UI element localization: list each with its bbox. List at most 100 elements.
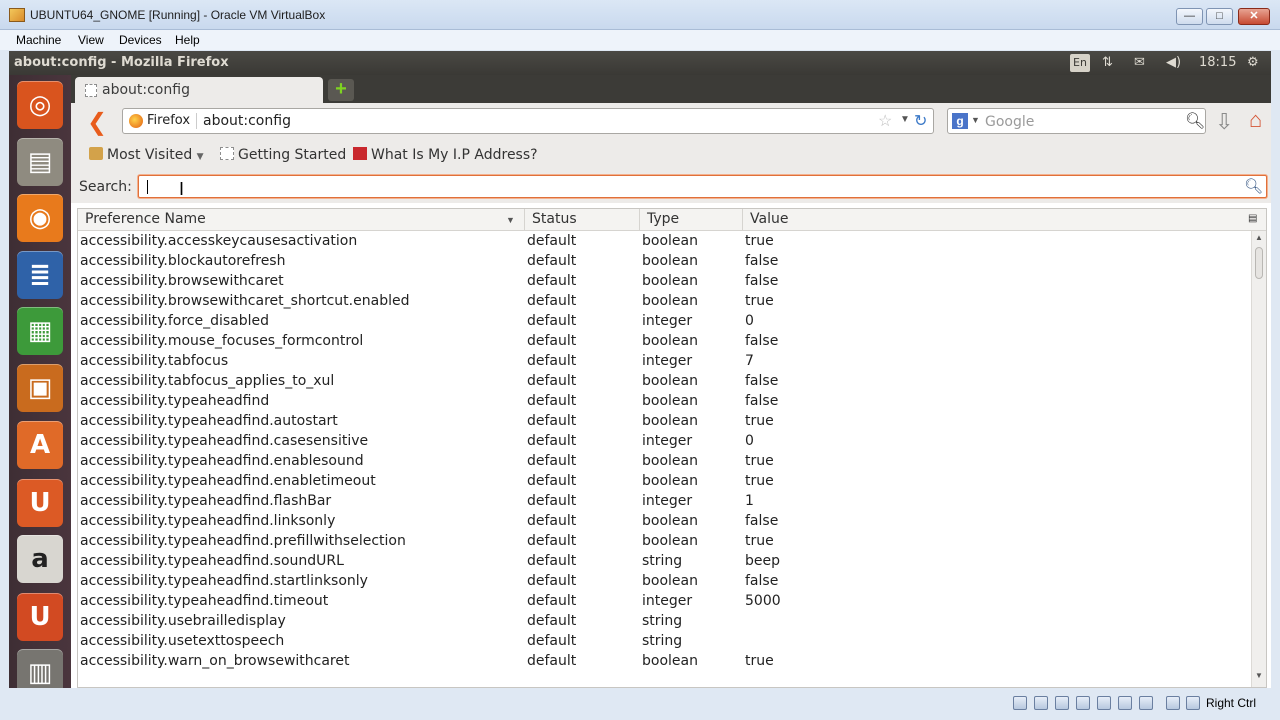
table-row[interactable]: accessibility.mouse_focuses_formcontrol d…: [78, 331, 1250, 351]
table-row[interactable]: accessibility.usebrailledisplay default st…: [78, 611, 1250, 631]
site-icon: [353, 147, 367, 160]
table-row[interactable]: accessibility.typeaheadfind.linksonly def…: [78, 511, 1250, 531]
maximize-button[interactable]: □: [1206, 8, 1233, 25]
pref-name-cell: accessibility.typeaheadfind.enablesound: [80, 453, 364, 469]
clock[interactable]: 18:15: [1199, 55, 1236, 70]
shared-folders-icon[interactable]: [1097, 696, 1111, 710]
mouse-cursor-ibeam: I: [179, 179, 185, 199]
mouse-integration-icon[interactable]: [1166, 696, 1180, 710]
pref-value-cell: false: [745, 253, 779, 269]
download-arrow-icon[interactable]: ⇩: [1215, 109, 1233, 135]
engine-dropdown-icon[interactable]: ▼: [971, 115, 980, 125]
bookmark-what-is-my-ip[interactable]: What Is My I.P Address?: [353, 147, 538, 163]
amazon-icon[interactable]: a: [17, 535, 63, 583]
guest-screen: about:config - Mozilla Firefox En ⇅ ✉ ◀)…: [9, 51, 1271, 688]
search-icon[interactable]: 🔍︎: [1185, 111, 1205, 131]
menu-view[interactable]: View: [78, 33, 104, 47]
table-row[interactable]: accessibility.browsewithcaret_shortcut.e…: [78, 291, 1250, 311]
bookmark-getting-started[interactable]: Getting Started: [220, 147, 346, 163]
column-header-name[interactable]: Preference Name: [78, 209, 525, 231]
files-icon[interactable]: ▤: [17, 138, 63, 186]
bookmark-most-visited[interactable]: Most Visited ▼: [89, 147, 204, 163]
mail-icon[interactable]: ✉: [1134, 55, 1145, 70]
table-row[interactable]: accessibility.typeaheadfind.enablesound d…: [78, 451, 1250, 471]
minimize-button[interactable]: —: [1176, 8, 1203, 25]
column-header-status[interactable]: Status: [525, 209, 640, 231]
software-center-icon[interactable]: A: [17, 421, 63, 469]
search-icon[interactable]: 🔍︎: [1244, 177, 1263, 195]
table-row[interactable]: accessibility.typeaheadfind.flashBar defa…: [78, 491, 1250, 511]
impress-icon[interactable]: ▣: [17, 364, 63, 412]
workspace-switcher-icon[interactable]: ▥: [17, 649, 63, 688]
network-icon[interactable]: ⇅: [1102, 55, 1113, 70]
table-row[interactable]: accessibility.force_disabled default integ…: [78, 311, 1250, 331]
pref-name-cell: accessibility.tabfocus: [80, 353, 229, 369]
close-button[interactable]: ✕: [1238, 8, 1270, 25]
ubuntu-dash-icon[interactable]: ◎: [17, 81, 63, 129]
volume-icon[interactable]: ◀): [1166, 55, 1181, 70]
column-header-value[interactable]: Value: [743, 209, 1248, 231]
column-picker-icon[interactable]: ▤: [1248, 213, 1257, 224]
table-row[interactable]: accessibility.typeaheadfind.prefillwiths…: [78, 531, 1250, 551]
vertical-scrollbar[interactable]: ▲ ▼: [1251, 231, 1266, 687]
pref-type-cell: boolean: [642, 393, 698, 409]
ubuntu-one-music-icon[interactable]: U: [17, 593, 63, 641]
reload-icon[interactable]: ↻: [914, 111, 927, 131]
menu-machine[interactable]: Machine: [16, 33, 61, 47]
table-row[interactable]: accessibility.typeaheadfind.enabletimeou…: [78, 471, 1250, 491]
search-placeholder[interactable]: Google: [985, 114, 1034, 130]
history-dropdown-icon[interactable]: ▼: [900, 114, 910, 125]
tab-about-config[interactable]: about:config: [75, 77, 323, 103]
table-row[interactable]: accessibility.usetexttospeech default stri…: [78, 631, 1250, 651]
ubuntu-one-icon[interactable]: U: [17, 479, 63, 527]
display-icon[interactable]: [1118, 696, 1132, 710]
table-row[interactable]: accessibility.warn_on_browsewithcaret def…: [78, 651, 1250, 671]
usb-icon[interactable]: [1055, 696, 1069, 710]
pref-status-cell: default: [527, 253, 577, 269]
scrollbar-thumb[interactable]: [1255, 247, 1263, 279]
table-row[interactable]: accessibility.tabfocus default integer 7: [78, 351, 1250, 371]
pref-value-cell: true: [745, 453, 774, 469]
back-arrow-icon[interactable]: ❮: [87, 108, 107, 136]
pref-status-cell: default: [527, 333, 577, 349]
home-icon[interactable]: ⌂: [1249, 107, 1262, 133]
table-row[interactable]: accessibility.tabfocus_applies_to_xul def…: [78, 371, 1250, 391]
search-bar[interactable]: g ▼ Google 🔍︎: [947, 108, 1206, 134]
chevron-down-icon: ▼: [196, 152, 204, 162]
table-row[interactable]: accessibility.typeaheadfind.timeout defau…: [78, 591, 1250, 611]
table-row[interactable]: accessibility.blockautorefresh default boo…: [78, 251, 1250, 271]
menu-help[interactable]: Help: [175, 33, 200, 47]
table-row[interactable]: accessibility.typeaheadfind.soundURL defa…: [78, 551, 1250, 571]
config-search-input[interactable]: 🔍︎: [138, 175, 1267, 198]
scroll-down-icon[interactable]: ▼: [1255, 671, 1263, 680]
optical-drive-icon[interactable]: [1034, 696, 1048, 710]
video-capture-icon[interactable]: [1139, 696, 1153, 710]
url-text[interactable]: about:config: [203, 113, 291, 129]
pref-type-cell: boolean: [642, 453, 698, 469]
gear-icon[interactable]: ⚙: [1247, 55, 1259, 70]
harddisk-icon[interactable]: [1013, 696, 1027, 710]
keyboard-capture-icon[interactable]: [1186, 696, 1200, 710]
calc-icon-glyph: ▦: [27, 316, 53, 346]
google-engine-icon[interactable]: g: [952, 113, 968, 129]
site-identity[interactable]: Firefox: [129, 113, 198, 129]
writer-icon[interactable]: ≣: [17, 251, 63, 299]
calc-icon[interactable]: ▦: [17, 307, 63, 355]
pref-status-cell: default: [527, 353, 577, 369]
pref-type-cell: boolean: [642, 533, 698, 549]
bookmark-star-icon[interactable]: ☆: [878, 111, 892, 131]
network-adapter-icon[interactable]: [1076, 696, 1090, 710]
table-row[interactable]: accessibility.browsewithcaret default bool…: [78, 271, 1250, 291]
table-row[interactable]: accessibility.typeaheadfind.startlinkson…: [78, 571, 1250, 591]
column-header-type[interactable]: Type: [640, 209, 743, 231]
menu-devices[interactable]: Devices: [119, 33, 162, 47]
firefox-icon[interactable]: ◉: [17, 194, 63, 242]
table-row[interactable]: accessibility.typeaheadfind default boolea…: [78, 391, 1250, 411]
new-tab-button[interactable]: +: [328, 79, 354, 101]
table-row[interactable]: accessibility.typeaheadfind.autostart def…: [78, 411, 1250, 431]
table-row[interactable]: accessibility.typeaheadfind.casesensitiv…: [78, 431, 1250, 451]
keyboard-layout-indicator[interactable]: En: [1070, 54, 1090, 72]
table-row[interactable]: accessibility.accesskeycausesactivation d…: [78, 231, 1250, 251]
url-bar[interactable]: Firefox about:config ☆ ▼ ↻: [122, 108, 934, 134]
scroll-up-icon[interactable]: ▲: [1255, 233, 1263, 242]
